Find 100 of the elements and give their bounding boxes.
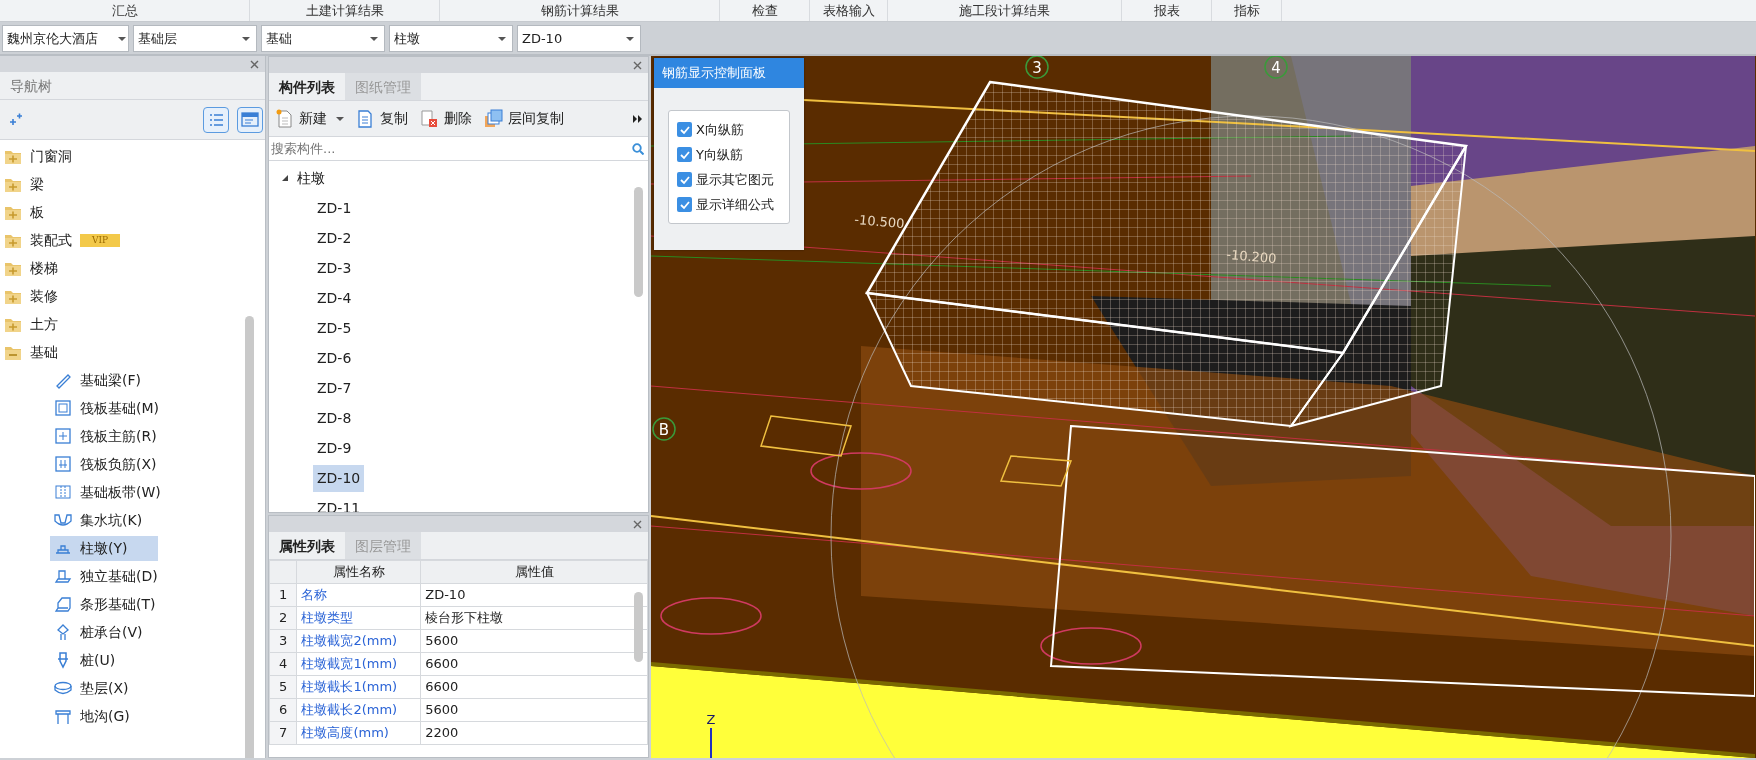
close-icon[interactable]: [633, 60, 642, 70]
close-icon[interactable]: [250, 59, 259, 69]
tree-item[interactable]: 筏板负筋(X): [50, 451, 161, 477]
elevation-label: -10.200: [1225, 246, 1278, 267]
tree-item[interactable]: 集水坑(K): [50, 507, 147, 533]
toolbar-button[interactable]: 删除: [420, 108, 472, 129]
tree-item[interactable]: 条形基础(T): [50, 591, 160, 617]
more-icon[interactable]: [633, 114, 642, 123]
add-icon[interactable]: [8, 113, 23, 126]
property-value[interactable]: 5600: [420, 698, 648, 722]
tree-item[interactable]: 基础板带(W): [50, 479, 165, 505]
search-field[interactable]: 搜索构件...: [271, 138, 632, 159]
tree-item[interactable]: 桩承台(V): [50, 619, 147, 645]
option-label: 显示详细公式: [696, 195, 774, 214]
list-item[interactable]: ZD-9: [313, 434, 356, 462]
list-item[interactable]: ZD-11: [313, 494, 365, 512]
search-icon[interactable]: [632, 142, 644, 155]
axis-label: 3: [1032, 59, 1042, 77]
close-icon[interactable]: [633, 519, 642, 529]
tree-item[interactable]: 门窗洞: [30, 145, 72, 167]
list-item[interactable]: ZD-3: [313, 254, 356, 282]
menu-tab[interactable]: 汇总: [0, 0, 250, 21]
tree-item[interactable]: 柱墩(Y): [50, 535, 158, 561]
tree-item[interactable]: 桩(U): [50, 647, 120, 673]
scrollbar[interactable]: [634, 592, 643, 662]
component-icon: [54, 707, 72, 725]
menu-tab[interactable]: 土建计算结果: [250, 0, 440, 21]
tree-item[interactable]: 筏板主筋(R): [50, 423, 161, 449]
dropdown-field[interactable]: 魏州京伦大酒店: [2, 25, 129, 52]
tree-item[interactable]: 装配式: [30, 229, 72, 251]
list-item[interactable]: ZD-7: [313, 374, 356, 402]
list-view-button[interactable]: [203, 106, 229, 133]
checkbox-option[interactable]: 显示详细公式: [677, 192, 781, 217]
dropdown-field[interactable]: ZD-10: [517, 25, 641, 52]
checkbox[interactable]: [677, 172, 692, 187]
option-label: 显示其它图元: [696, 170, 774, 189]
tree-item[interactable]: 楼梯: [30, 257, 58, 279]
row-number: 7: [269, 721, 297, 745]
row-number: 5: [269, 675, 297, 699]
tree-item[interactable]: 垫层(X): [50, 675, 133, 701]
checkbox[interactable]: [677, 147, 692, 162]
menu-tab[interactable]: 指标: [1212, 0, 1282, 21]
property-value[interactable]: 6600: [420, 675, 648, 699]
panel-title: 导航树: [0, 72, 265, 100]
column-header: 属性名称: [296, 560, 421, 584]
tree-item[interactable]: 装修: [30, 285, 58, 307]
toolbar-button[interactable]: 层间复制: [484, 108, 564, 129]
checkbox-option[interactable]: Y向纵筋: [677, 142, 781, 167]
menu-tab[interactable]: 表格输入: [810, 0, 888, 21]
tree-item[interactable]: 基础: [30, 341, 58, 363]
toolbar-button[interactable]: 新建: [275, 108, 344, 129]
row-number: 1: [269, 583, 297, 607]
list-item[interactable]: ZD-10: [313, 464, 365, 492]
tree-item[interactable]: 筏板基础(M): [50, 395, 163, 421]
tree-item[interactable]: 独立基础(D): [50, 563, 162, 589]
list-item[interactable]: ZD-6: [313, 344, 356, 372]
row-number: 4: [269, 652, 297, 676]
tree-item[interactable]: 基础梁(F): [50, 367, 145, 393]
property-name: 柱墩截长2(mm): [296, 698, 421, 722]
list-item[interactable]: ZD-8: [313, 404, 356, 432]
scrollbar[interactable]: [634, 187, 643, 297]
caret-icon[interactable]: [336, 116, 344, 121]
property-name: 柱墩高度(mm): [296, 721, 421, 745]
checkbox-option[interactable]: 显示其它图元: [677, 167, 781, 192]
panel-title: 钢筋显示控制面板: [654, 58, 804, 88]
dropdown-field[interactable]: 基础层: [133, 25, 257, 52]
menu-tab[interactable]: 检查: [720, 0, 810, 21]
menu-tab[interactable]: 钢筋计算结果: [440, 0, 720, 21]
column-header: 属性值: [420, 560, 648, 584]
list-item[interactable]: ZD-5: [313, 314, 356, 342]
option-label: X向纵筋: [696, 120, 744, 139]
toolbar-button[interactable]: 复制: [356, 108, 408, 129]
checkbox[interactable]: [677, 197, 692, 212]
checkbox[interactable]: [677, 122, 692, 137]
collapse-arrow-icon[interactable]: [281, 174, 289, 182]
dropdown-field[interactable]: 基础: [261, 25, 385, 52]
list-item[interactable]: ZD-4: [313, 284, 356, 312]
toolbar-icon: [356, 109, 375, 128]
vip-badge: VIP: [80, 233, 121, 247]
scrollbar[interactable]: [245, 316, 254, 758]
tree-item[interactable]: 梁: [30, 173, 44, 195]
checkbox-option[interactable]: X向纵筋: [677, 117, 781, 142]
menu-tab[interactable]: 施工段计算结果: [888, 0, 1122, 21]
list-item[interactable]: ZD-2: [313, 224, 356, 252]
property-value[interactable]: 2200: [420, 721, 648, 745]
tree-item[interactable]: 地沟(G): [50, 703, 134, 729]
list-item[interactable]: ZD-1: [313, 194, 356, 222]
component-icon: [54, 567, 72, 585]
tree-item[interactable]: 板: [30, 201, 44, 223]
property-name: 名称: [296, 583, 421, 607]
tree-item[interactable]: 柱墩: [297, 167, 325, 189]
option-label: Y向纵筋: [696, 145, 743, 164]
dropdown-field[interactable]: 柱墩: [389, 25, 513, 52]
row-number: 3: [269, 629, 297, 653]
window-view-button[interactable]: [237, 106, 263, 133]
row-number: 6: [269, 698, 297, 722]
tree-item[interactable]: 土方: [30, 313, 58, 335]
toolbar-icon: [275, 109, 294, 128]
menu-tab[interactable]: 报表: [1122, 0, 1212, 21]
property-name: 柱墩截长1(mm): [296, 675, 421, 699]
